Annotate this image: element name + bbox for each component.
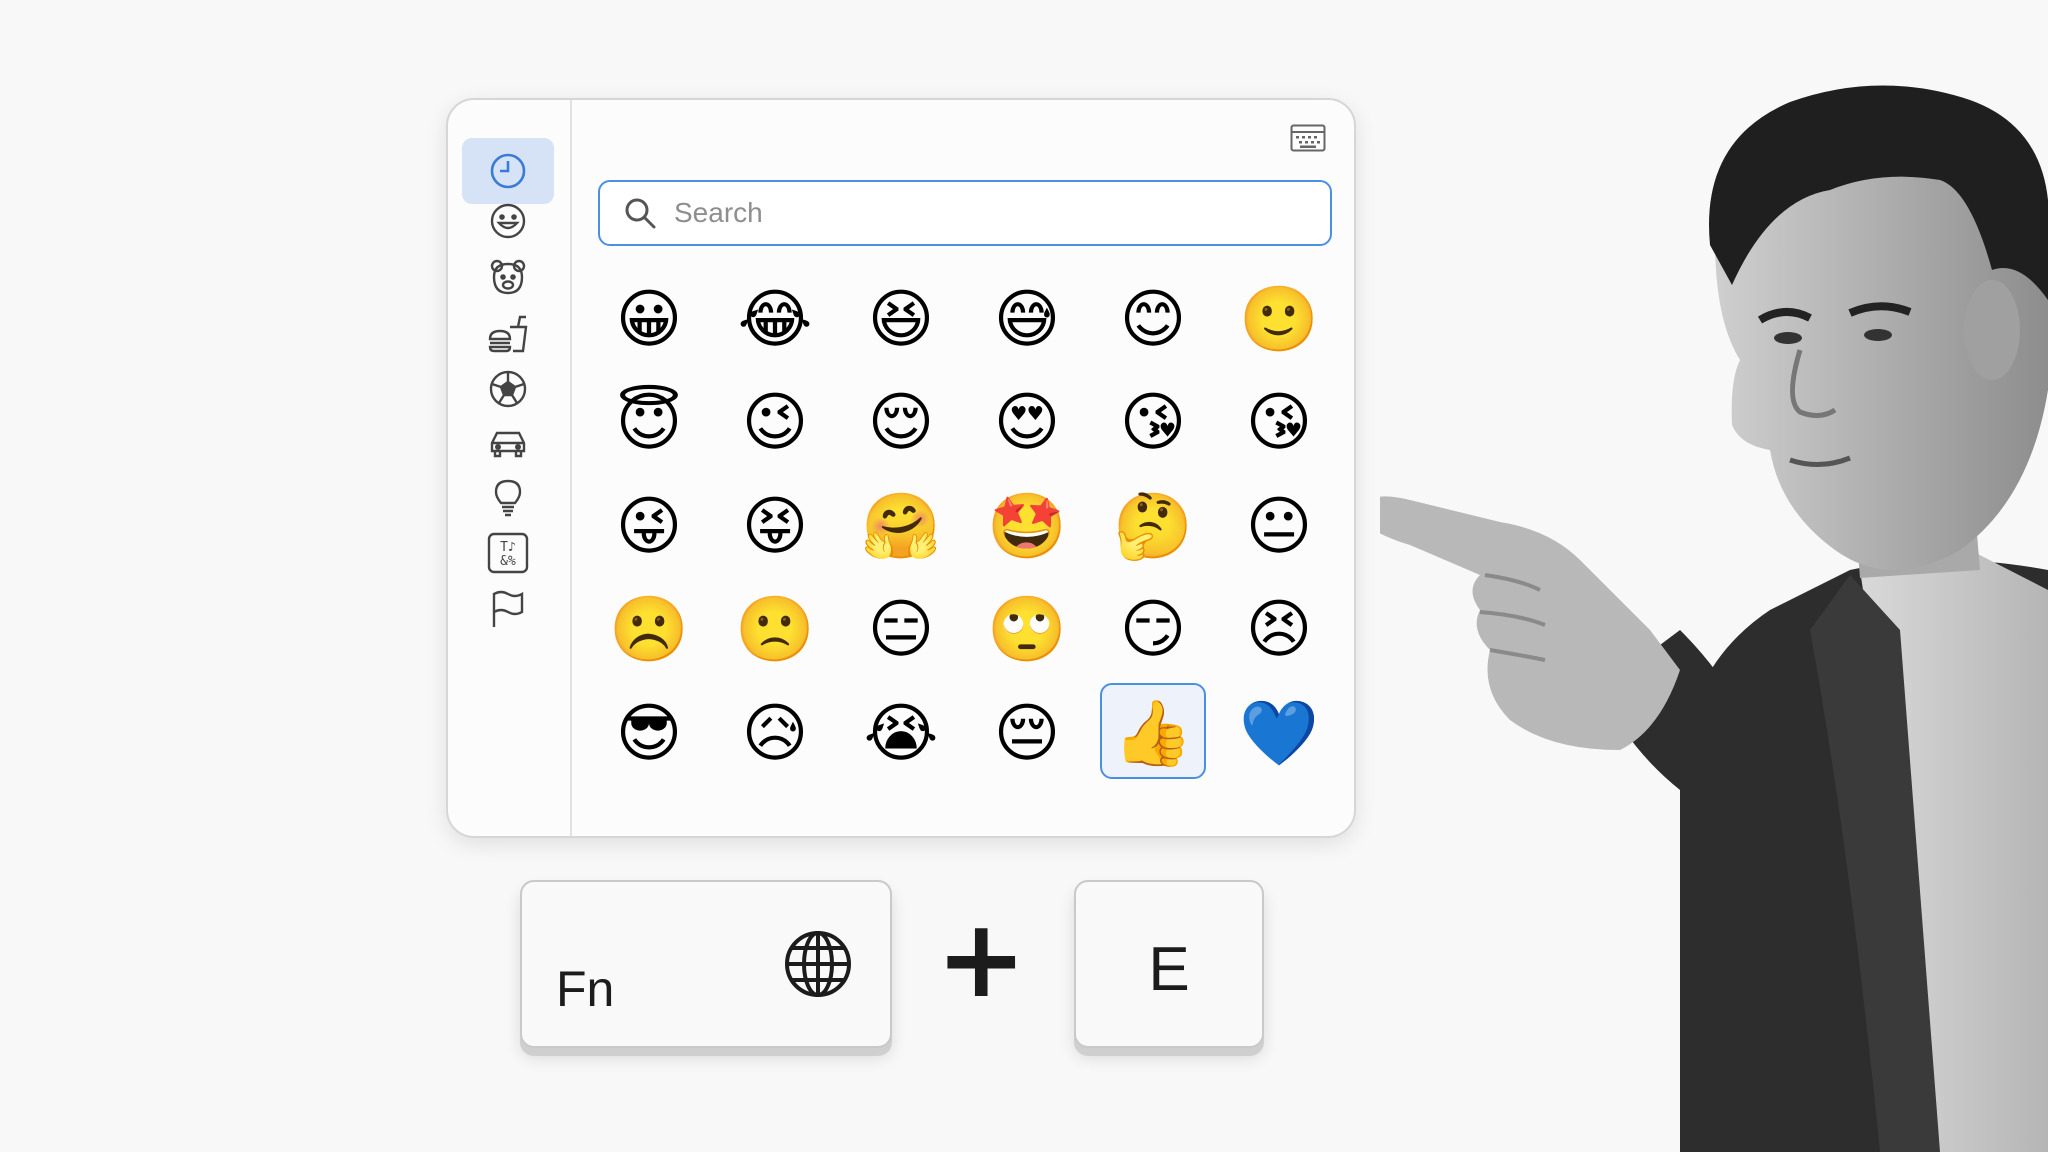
keyboard-icon xyxy=(1290,124,1326,152)
emoji-cell[interactable]: 😇 xyxy=(598,372,724,476)
emoji-cell[interactable]: 😅 xyxy=(976,268,1102,372)
svg-text:&%: &% xyxy=(500,554,516,569)
e-key-label: E xyxy=(1148,935,1190,1004)
emoji-cell[interactable]: 😏 xyxy=(1102,579,1228,683)
emoji-cell[interactable]: 😣 xyxy=(1228,579,1354,683)
plus-sign: + xyxy=(936,897,1027,1022)
presenter-photo xyxy=(1380,85,2048,1152)
category-flags[interactable] xyxy=(462,576,554,642)
search-field[interactable] xyxy=(598,180,1332,246)
emoji-cell[interactable]: 😔 xyxy=(976,682,1102,786)
emoji-cell[interactable]: 😑 xyxy=(850,579,976,683)
bear-icon xyxy=(490,259,526,295)
emoji-cell[interactable]: 😍 xyxy=(976,372,1102,476)
emoji-cell[interactable]: 🤗 xyxy=(850,475,976,579)
emoji-cell-selected[interactable]: 👍 xyxy=(1100,682,1228,786)
emoji-cell[interactable]: 😝 xyxy=(724,475,850,579)
lightbulb-icon xyxy=(494,479,522,517)
emoji-cell[interactable]: 😊 xyxy=(1102,268,1228,372)
emoji-cell[interactable]: 🤩 xyxy=(976,475,1102,579)
emoji-cell[interactable]: ☹️ xyxy=(598,579,724,683)
symbols-icon: T♪ &% xyxy=(487,532,529,574)
emoji-cell[interactable]: 😘 xyxy=(1102,372,1228,476)
emoji-cell[interactable]: 😉 xyxy=(724,372,850,476)
emoji-cell[interactable]: 🙄 xyxy=(976,579,1102,683)
flag-icon xyxy=(492,590,524,627)
soccer-ball-icon xyxy=(489,370,527,408)
emoji-cell[interactable]: 😐 xyxy=(1228,475,1354,579)
emoji-cell[interactable]: 💙 xyxy=(1228,682,1354,786)
emoji-cell[interactable]: 😌 xyxy=(850,372,976,476)
emoji-cell[interactable]: 😂 xyxy=(724,268,850,372)
category-sidebar: T♪ &% xyxy=(448,100,572,836)
smiley-icon xyxy=(490,203,526,239)
keyboard-view-toggle-button[interactable] xyxy=(1290,124,1326,152)
burger-drink-icon xyxy=(488,315,528,353)
emoji-cell[interactable]: 🙂 xyxy=(1228,268,1354,372)
svg-text:T♪: T♪ xyxy=(500,540,516,555)
clock-icon xyxy=(490,153,526,189)
emoji-cell[interactable]: 😜 xyxy=(598,475,724,579)
fn-key-label: Fn xyxy=(556,961,615,1017)
emoji-cell[interactable]: 😭 xyxy=(850,682,976,786)
emoji-cell[interactable]: 😆 xyxy=(850,268,976,372)
e-key: E xyxy=(1074,880,1264,1048)
emoji-picker-window: T♪ &% 😀 😂 😆 😅 � xyxy=(446,98,1356,838)
emoji-cell[interactable]: 🤔 xyxy=(1102,475,1228,579)
emoji-grid: 😀 😂 😆 😅 😊 🙂 😇 😉 😌 😍 😘 😘 😜 😝 🤗 🤩 🤔 😐 ☹️ 🙁… xyxy=(598,268,1354,786)
emoji-cell[interactable]: 🙁 xyxy=(724,579,850,683)
emoji-cell[interactable]: 😀 xyxy=(598,268,724,372)
emoji-cell[interactable]: 😎 xyxy=(598,682,724,786)
fn-globe-key: Fn xyxy=(520,880,892,1048)
car-icon xyxy=(490,431,526,458)
globe-icon xyxy=(785,931,851,997)
emoji-cell[interactable]: 😘 xyxy=(1228,372,1354,476)
search-icon xyxy=(625,198,656,229)
search-input[interactable] xyxy=(672,196,1316,230)
emoji-cell[interactable]: 😥 xyxy=(724,682,850,786)
